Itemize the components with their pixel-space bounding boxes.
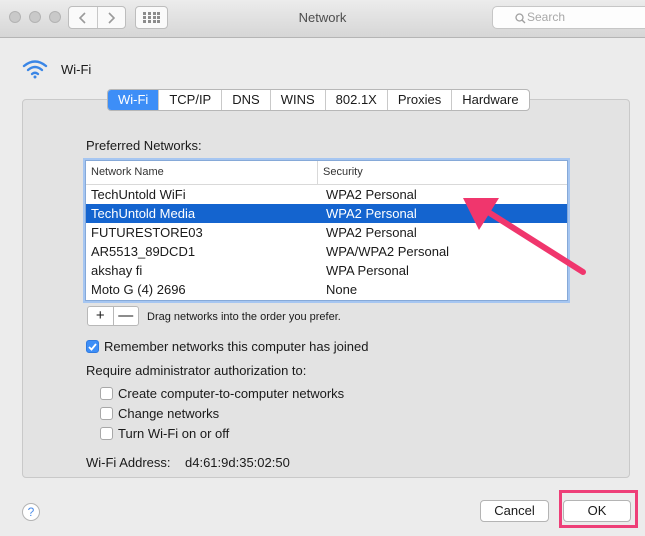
require-admin-label: Require administrator authorization to: bbox=[86, 363, 307, 378]
network-security: WPA2 Personal bbox=[326, 225, 417, 240]
network-security: WPA2 Personal bbox=[326, 187, 417, 202]
network-name: Moto G (4) 2696 bbox=[91, 282, 186, 297]
network-name: AR5513_89DCD1 bbox=[91, 244, 196, 259]
tab-bar: Wi-Fi TCP/IP DNS WINS 802.1X Proxies Har… bbox=[107, 89, 530, 111]
tab-wifi[interactable]: Wi-Fi bbox=[108, 90, 159, 110]
wifi-address-value: d4:61:9d:35:02:50 bbox=[185, 455, 290, 470]
tab-dns[interactable]: DNS bbox=[221, 90, 269, 110]
tab-8021x[interactable]: 802.1X bbox=[324, 90, 387, 110]
add-remove-control: + — bbox=[87, 306, 139, 326]
search-input[interactable]: Search bbox=[492, 6, 645, 29]
search-icon bbox=[515, 13, 526, 24]
search-placeholder: Search bbox=[527, 10, 566, 24]
turn-wifi-checkbox[interactable]: Turn Wi-Fi on or off bbox=[100, 426, 229, 441]
checkbox-box[interactable] bbox=[100, 427, 113, 440]
remember-networks-label: Remember networks this computer has join… bbox=[104, 339, 369, 354]
network-name: TechUntold WiFi bbox=[91, 187, 186, 202]
network-security: WPA2 Personal bbox=[326, 206, 417, 221]
tab-wins[interactable]: WINS bbox=[269, 90, 325, 110]
network-security: WPA Personal bbox=[326, 263, 409, 278]
preferred-networks-label: Preferred Networks: bbox=[86, 138, 202, 153]
title-bar: Network Search bbox=[0, 0, 645, 38]
ok-highlight-box bbox=[559, 490, 638, 528]
wifi-address-label: Wi-Fi Address: bbox=[86, 455, 171, 470]
network-security: WPA/WPA2 Personal bbox=[326, 244, 450, 259]
column-network-name[interactable]: Network Name bbox=[86, 161, 318, 184]
add-network-button[interactable]: + bbox=[88, 307, 113, 325]
help-button[interactable]: ? bbox=[22, 503, 40, 521]
network-name: TechUntold Media bbox=[91, 206, 196, 221]
annotation-arrow-icon bbox=[463, 198, 586, 275]
change-networks-checkbox[interactable]: Change networks bbox=[100, 406, 219, 421]
table-header: Network Name Security bbox=[86, 161, 567, 185]
network-name: FUTURESTORE03 bbox=[91, 225, 203, 240]
remove-network-button[interactable]: — bbox=[112, 307, 139, 325]
column-security[interactable]: Security bbox=[318, 161, 363, 184]
section-title: Wi-Fi bbox=[61, 61, 92, 77]
checkbox-label: Turn Wi-Fi on or off bbox=[118, 426, 230, 441]
checkmark-icon bbox=[88, 342, 97, 351]
tab-hardware[interactable]: Hardware bbox=[451, 90, 528, 110]
remember-networks-checkbox[interactable]: Remember networks this computer has join… bbox=[86, 339, 368, 354]
drag-hint: Drag networks into the order you prefer. bbox=[147, 311, 341, 323]
checkbox-box[interactable] bbox=[86, 340, 99, 353]
checkbox-label: Create computer-to-computer networks bbox=[118, 386, 345, 401]
create-computer-networks-checkbox[interactable]: Create computer-to-computer networks bbox=[100, 386, 344, 401]
checkbox-box[interactable] bbox=[100, 387, 113, 400]
wifi-icon bbox=[22, 60, 48, 79]
checkbox-label: Change networks bbox=[118, 406, 220, 421]
tab-tcpip[interactable]: TCP/IP bbox=[158, 90, 221, 110]
network-name: akshay fi bbox=[91, 263, 143, 278]
tab-proxies[interactable]: Proxies bbox=[386, 90, 451, 110]
checkbox-box[interactable] bbox=[100, 407, 113, 420]
network-security: None bbox=[326, 282, 358, 297]
wifi-header: Wi-Fi bbox=[22, 59, 91, 79]
cancel-button[interactable]: Cancel bbox=[480, 500, 549, 522]
